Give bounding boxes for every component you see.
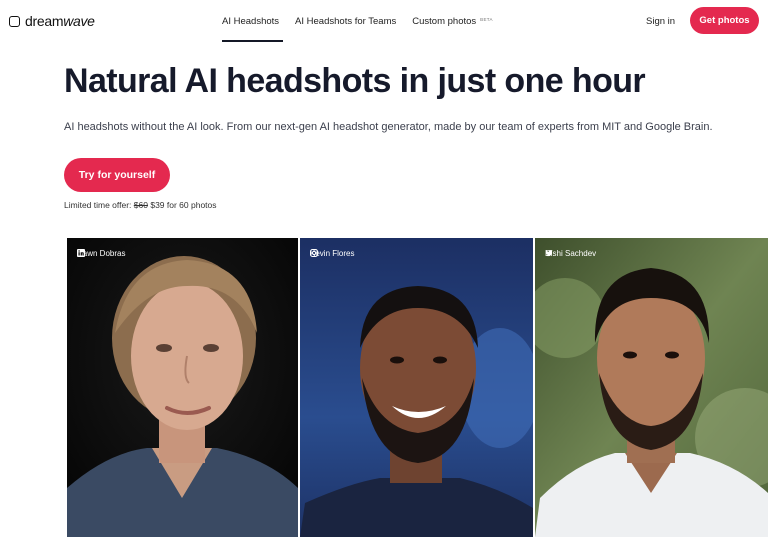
nav-item-custom-photos[interactable]: Custom photos BETA <box>412 0 493 42</box>
old-price: $60 <box>133 200 148 210</box>
nav-item-ai-headshots[interactable]: AI Headshots <box>222 0 284 42</box>
offer-text: Limited time offer: $60 $39 for 60 photo… <box>64 200 217 210</box>
logo-text: dreamwave <box>25 13 95 29</box>
beta-badge: BETA <box>480 17 493 22</box>
hero-title: Natural AI headshots in just one hour <box>64 62 646 100</box>
nav-item-label: AI Headshots for Teams <box>295 16 397 27</box>
dreamwave-logo[interactable]: dreamwave <box>9 13 95 29</box>
headshot-photo-dawn: Dawn Dobras <box>67 238 298 537</box>
linkedin-icon <box>77 249 85 257</box>
sign-in-link[interactable]: Sign in <box>646 16 675 27</box>
headshot-photo-kevin: Kevin Flores <box>300 238 533 537</box>
portrait-image <box>535 238 768 537</box>
portrait-image <box>300 238 533 537</box>
twitter-icon <box>545 250 553 257</box>
get-photos-button[interactable]: Get photos <box>690 7 759 34</box>
photo-label: Kevin Flores <box>310 249 354 258</box>
site-header: dreamwave AI Headshots AI Headshots for … <box>0 0 768 42</box>
nav-item-label: AI Headshots <box>222 16 280 27</box>
logo-mark-icon <box>9 15 20 27</box>
photo-label: Rishi Sachdev <box>545 249 596 258</box>
instagram-icon <box>310 249 318 257</box>
main-nav: AI Headshots AI Headshots for Teams Cust… <box>222 0 509 42</box>
new-price: $39 for 60 photos <box>150 200 217 210</box>
try-for-yourself-button[interactable]: Try for yourself <box>64 158 170 192</box>
nav-item-label: Custom photos <box>412 16 477 27</box>
nav-item-ai-headshots-teams[interactable]: AI Headshots for Teams <box>295 0 396 42</box>
portrait-image <box>67 238 298 537</box>
photo-label: Dawn Dobras <box>77 249 125 258</box>
headshot-photo-rishi: Rishi Sachdev <box>535 238 768 537</box>
hero-subtitle: AI headshots without the AI look. From o… <box>64 121 713 133</box>
offer-prefix: Limited time offer: <box>64 200 132 210</box>
